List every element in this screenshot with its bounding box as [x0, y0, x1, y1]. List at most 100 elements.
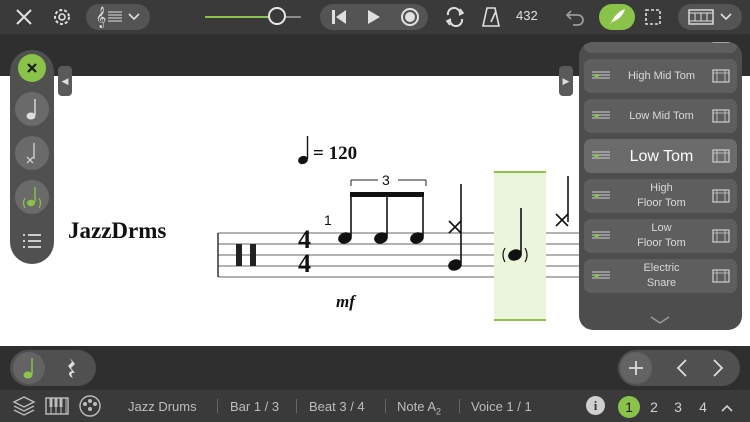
ghost-note-button[interactable]: [15, 180, 49, 214]
previous-button[interactable]: [666, 352, 698, 384]
drum-pad-icon[interactable]: [78, 394, 102, 422]
playback-slider-thumb[interactable]: [268, 7, 286, 25]
palette-close-button[interactable]: [18, 54, 46, 82]
film-strip-icon: [688, 9, 714, 25]
triplet-notes: [338, 179, 427, 244]
score-title: JazzDrms: [68, 218, 167, 243]
layers-icon[interactable]: [12, 395, 36, 422]
voice-1-button[interactable]: 1: [618, 396, 640, 418]
instrument-row[interactable]: Low Floor Tom: [584, 219, 737, 253]
collapse-left-panel-button[interactable]: ◀: [58, 66, 72, 96]
selected-beat-highlight: [494, 172, 546, 320]
status-voice[interactable]: Voice 1 / 1: [471, 399, 532, 414]
play-icon[interactable]: [364, 8, 382, 31]
status-note-octave: 2: [436, 406, 442, 417]
navigation-controls: [618, 350, 740, 386]
status-beat[interactable]: Beat 3 / 4: [309, 399, 365, 414]
status-separator: [459, 399, 460, 413]
collapse-right-panel-button[interactable]: ▶: [559, 66, 573, 96]
transport-controls: [320, 4, 428, 30]
status-separator: [217, 399, 218, 413]
top-toolbar: 𝄞 432: [0, 0, 750, 34]
voice-4-button[interactable]: 4: [692, 396, 714, 418]
quarter-note-icon: [26, 99, 36, 120]
quill-icon: [610, 9, 625, 25]
instrument-row[interactable]: Low Tom: [584, 139, 737, 173]
scroll-down-icon[interactable]: [649, 315, 671, 325]
staff-lines-icon: [592, 111, 610, 119]
tempo-note-icon: [298, 136, 309, 165]
note-palette: [10, 50, 54, 264]
instrument-row[interactable]: High Mid Tom: [584, 59, 737, 93]
status-note[interactable]: Note A2: [397, 399, 441, 417]
piano-keyboard-icon[interactable]: [45, 395, 69, 422]
dynamic-marking: mf: [336, 292, 355, 311]
note-input-button[interactable]: [13, 352, 45, 384]
metronome-icon[interactable]: [478, 4, 504, 30]
chevron-down-icon: [720, 13, 732, 21]
chevron-up-icon[interactable]: [720, 400, 734, 418]
quarter-note-with-cymbal: [448, 184, 462, 271]
tempo-marking: = 120: [313, 143, 358, 164]
cross-notehead-button[interactable]: [15, 136, 49, 170]
quarter-rest-icon: [68, 358, 75, 378]
status-bar: Jazz Drums Bar 1 / 3 Beat 3 / 4 Note A2 …: [0, 390, 750, 422]
info-icon[interactable]: i: [586, 396, 605, 415]
loop-icon[interactable]: [440, 4, 470, 30]
instrument-row[interactable]: Low Mid Tom: [584, 99, 737, 133]
staff-lines-icon: [592, 71, 610, 79]
rest-input-button[interactable]: [56, 352, 88, 384]
tempo-readout[interactable]: 432: [516, 8, 538, 23]
palette-menu-button[interactable]: [15, 224, 49, 258]
quarter-note-icon: [23, 358, 33, 379]
chevron-down-icon: [128, 13, 140, 21]
chevron-left-icon: [676, 359, 687, 377]
skip-to-start-icon[interactable]: [330, 8, 348, 31]
instrument-label: Low Floor Tom: [637, 222, 686, 249]
status-note-name: Note A: [397, 399, 437, 414]
staff-lines-icon: [592, 271, 610, 279]
instrument-label: Electric Snare: [643, 262, 680, 289]
playback-slider[interactable]: [205, 16, 301, 18]
close-icon[interactable]: [10, 4, 38, 30]
quarter-note-button[interactable]: [15, 92, 49, 126]
edit-mode-button[interactable]: [599, 4, 635, 30]
ghost-note-icon: [22, 187, 42, 209]
plus-icon: [629, 361, 643, 375]
tuplet-number: 3: [382, 172, 390, 188]
instrument-row[interactable]: High Tom: [584, 42, 737, 53]
cymbal-note: [555, 176, 569, 227]
gear-icon[interactable]: [48, 4, 76, 30]
next-button[interactable]: [702, 352, 734, 384]
status-bar-position[interactable]: Bar 1 / 3: [230, 399, 279, 414]
instrument-row[interactable]: High Floor Tom: [584, 179, 737, 213]
instrument-label: High Floor Tom: [637, 182, 686, 209]
instrument-panel: High Tom High Mid Tom Low Mid Tom Low Tom Hi…: [579, 42, 742, 330]
selection-icon[interactable]: [641, 4, 665, 30]
status-instrument[interactable]: Jazz Drums: [128, 399, 197, 414]
chevron-right-icon: [713, 359, 724, 377]
time-signature-bottom: 4: [298, 249, 311, 278]
drum-icon: [712, 69, 730, 83]
close-icon: [27, 63, 37, 73]
treble-clef-icon: 𝄞: [95, 6, 107, 27]
note-rest-toggle: [10, 350, 96, 386]
status-separator: [385, 399, 386, 413]
voice-3-button[interactable]: 3: [667, 396, 689, 418]
instrument-row[interactable]: Electric Snare: [584, 259, 737, 293]
add-button[interactable]: [620, 352, 652, 384]
instrument-label: Low Tom: [629, 147, 694, 165]
clef-menu-button[interactable]: 𝄞: [86, 4, 150, 30]
record-icon[interactable]: [400, 7, 420, 32]
staff-lines-icon: [592, 151, 610, 159]
voice-2-button[interactable]: 2: [643, 396, 665, 418]
drum-icon: [712, 149, 730, 163]
drum-icon: [712, 229, 730, 243]
drum-icon: [712, 189, 730, 203]
drum-icon: [712, 109, 730, 123]
view-menu-button[interactable]: [678, 4, 742, 30]
instrument-label: High Mid Tom: [627, 69, 696, 82]
input-bar: [0, 346, 750, 390]
undo-icon[interactable]: [562, 4, 588, 30]
measure-number: 1: [324, 212, 332, 228]
